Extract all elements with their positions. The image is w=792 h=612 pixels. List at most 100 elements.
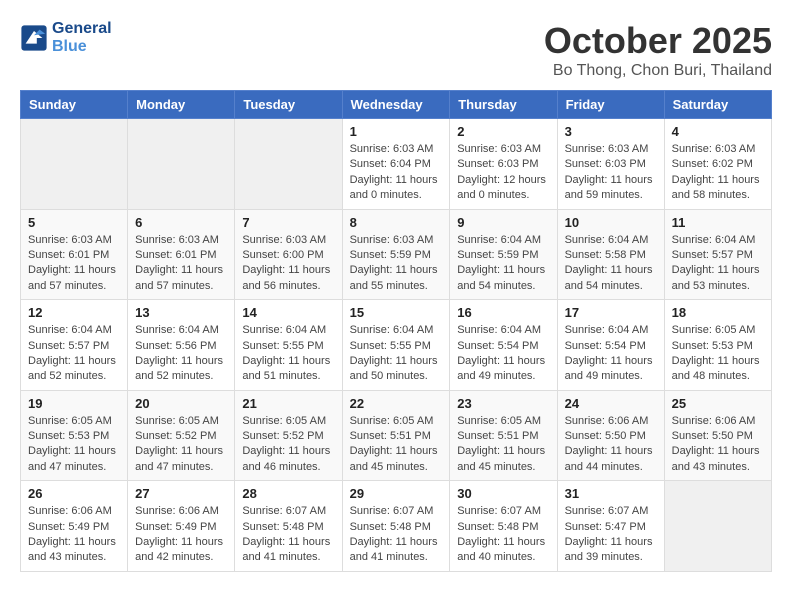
calendar-cell [664,481,771,572]
weekday-header: Tuesday [235,91,342,119]
calendar-cell: 27Sunrise: 6:06 AM Sunset: 5:49 PM Dayli… [128,481,235,572]
day-number: 9 [457,215,549,230]
calendar-cell: 30 Sunrise: 6:07 AM Sunset: 5:48 PM Dayli… [450,481,557,572]
calendar-cell: 23Sunrise: 6:05 AM Sunset: 5:51 PM Dayli… [450,390,557,481]
day-number: 13 [135,305,227,320]
calendar-cell: 14 Sunrise: 6:04 AM Sunset: 5:55 PM Dayli… [235,300,342,391]
calendar-cell: 22Sunrise: 6:05 AM Sunset: 5:51 PM Dayli… [342,390,450,481]
day-info: Sunrise: 6:06 AM Sunset: 5:49 PM Dayligh… [28,504,120,566]
day-info: Sunrise: 6:04 AM Sunset: 5:55 PM Dayligh… [350,323,443,385]
calendar-cell [21,119,128,210]
day-info: Sunrise: 6:04 AM Sunset: 5:55 PM Dayligh… [242,323,334,385]
day-number: 10 [565,215,657,230]
day-number: 30 [457,486,549,501]
calendar-cell: 4Sunrise: 6:03 AM Sunset: 6:02 PM Daylig… [664,119,771,210]
day-info: Sunrise: 6:07 AM Sunset: 5:48 PM Dayligh… [457,504,549,566]
day-info: Sunrise: 6:05 AM Sunset: 5:53 PM Dayligh… [672,323,764,385]
calendar-cell [128,119,235,210]
calendar-week-row: 12 Sunrise: 6:04 AM Sunset: 5:57 PM Dayli… [21,300,772,391]
day-number: 15 [350,305,443,320]
day-info: Sunrise: 6:06 AM Sunset: 5:50 PM Dayligh… [672,414,764,476]
calendar-cell: 8Sunrise: 6:03 AM Sunset: 5:59 PM Daylig… [342,209,450,300]
day-number: 25 [672,396,764,411]
day-info: Sunrise: 6:07 AM Sunset: 5:48 PM Dayligh… [242,504,334,566]
calendar-cell: 11Sunrise: 6:04 AM Sunset: 5:57 PM Dayli… [664,209,771,300]
calendar-cell: 15 Sunrise: 6:04 AM Sunset: 5:55 PM Dayli… [342,300,450,391]
day-info: Sunrise: 6:03 AM Sunset: 6:01 PM Dayligh… [135,233,227,295]
calendar-header-row: SundayMondayTuesdayWednesdayThursdayFrid… [21,91,772,119]
day-info: Sunrise: 6:05 AM Sunset: 5:51 PM Dayligh… [350,414,443,476]
day-info: Sunrise: 6:03 AM Sunset: 6:00 PM Dayligh… [242,233,334,295]
calendar-cell: 19 Sunrise: 6:05 AM Sunset: 5:53 PM Dayli… [21,390,128,481]
calendar-cell: 12 Sunrise: 6:04 AM Sunset: 5:57 PM Dayli… [21,300,128,391]
day-number: 14 [242,305,334,320]
logo-icon [20,24,48,52]
day-number: 16 [457,305,549,320]
calendar-week-row: 1 Sunrise: 6:03 AM Sunset: 6:04 PM Daylig… [21,119,772,210]
calendar-cell: 16 Sunrise: 6:04 AM Sunset: 5:54 PM Dayli… [450,300,557,391]
calendar-cell: 29 Sunrise: 6:07 AM Sunset: 5:48 PM Dayli… [342,481,450,572]
day-info: Sunrise: 6:04 AM Sunset: 5:54 PM Dayligh… [457,323,549,385]
weekday-header: Thursday [450,91,557,119]
day-number: 5 [28,215,120,230]
day-info: Sunrise: 6:04 AM Sunset: 5:57 PM Dayligh… [28,323,120,385]
day-info: Sunrise: 6:04 AM Sunset: 5:54 PM Dayligh… [565,323,657,385]
day-info: Sunrise: 6:05 AM Sunset: 5:51 PM Dayligh… [457,414,549,476]
logo: General Blue [20,20,112,56]
weekday-header: Friday [557,91,664,119]
day-info: Sunrise: 6:05 AM Sunset: 5:52 PM Dayligh… [242,414,334,476]
title-block: October 2025 Bo Thong, Chon Buri, Thaila… [544,20,772,80]
day-number: 28 [242,486,334,501]
day-number: 18 [672,305,764,320]
calendar-cell [235,119,342,210]
day-info: Sunrise: 6:07 AM Sunset: 5:48 PM Dayligh… [350,504,443,566]
calendar-week-row: 26 Sunrise: 6:06 AM Sunset: 5:49 PM Dayli… [21,481,772,572]
day-number: 6 [135,215,227,230]
location: Bo Thong, Chon Buri, Thailand [544,62,772,80]
calendar-week-row: 5 Sunrise: 6:03 AM Sunset: 6:01 PM Daylig… [21,209,772,300]
calendar-cell: 1 Sunrise: 6:03 AM Sunset: 6:04 PM Daylig… [342,119,450,210]
day-info: Sunrise: 6:04 AM Sunset: 5:57 PM Dayligh… [672,233,764,295]
day-info: Sunrise: 6:03 AM Sunset: 5:59 PM Dayligh… [350,233,443,295]
calendar-cell: 10 Sunrise: 6:04 AM Sunset: 5:58 PM Dayli… [557,209,664,300]
day-number: 2 [457,124,549,139]
day-info: Sunrise: 6:03 AM Sunset: 6:03 PM Dayligh… [565,142,657,204]
day-info: Sunrise: 6:04 AM Sunset: 5:58 PM Dayligh… [565,233,657,295]
weekday-header: Saturday [664,91,771,119]
weekday-header: Wednesday [342,91,450,119]
day-number: 29 [350,486,443,501]
day-number: 27 [135,486,227,501]
calendar: SundayMondayTuesdayWednesdayThursdayFrid… [20,90,772,572]
day-number: 19 [28,396,120,411]
calendar-cell: 20Sunrise: 6:05 AM Sunset: 5:52 PM Dayli… [128,390,235,481]
logo-text: General Blue [52,20,112,56]
day-number: 24 [565,396,657,411]
day-number: 26 [28,486,120,501]
day-number: 7 [242,215,334,230]
day-number: 1 [350,124,443,139]
calendar-cell: 17 Sunrise: 6:04 AM Sunset: 5:54 PM Dayli… [557,300,664,391]
day-info: Sunrise: 6:03 AM Sunset: 6:04 PM Dayligh… [350,142,443,204]
calendar-cell: 7 Sunrise: 6:03 AM Sunset: 6:00 PM Daylig… [235,209,342,300]
day-number: 20 [135,396,227,411]
day-number: 12 [28,305,120,320]
calendar-cell: 2Sunrise: 6:03 AM Sunset: 6:03 PM Daylig… [450,119,557,210]
calendar-week-row: 19 Sunrise: 6:05 AM Sunset: 5:53 PM Dayli… [21,390,772,481]
month-title: October 2025 [544,20,772,62]
calendar-cell: 5 Sunrise: 6:03 AM Sunset: 6:01 PM Daylig… [21,209,128,300]
day-info: Sunrise: 6:04 AM Sunset: 5:59 PM Dayligh… [457,233,549,295]
calendar-cell: 3Sunrise: 6:03 AM Sunset: 6:03 PM Daylig… [557,119,664,210]
day-number: 4 [672,124,764,139]
day-number: 17 [565,305,657,320]
day-info: Sunrise: 6:04 AM Sunset: 5:56 PM Dayligh… [135,323,227,385]
day-info: Sunrise: 6:07 AM Sunset: 5:47 PM Dayligh… [565,504,657,566]
day-info: Sunrise: 6:06 AM Sunset: 5:50 PM Dayligh… [565,414,657,476]
calendar-cell: 28 Sunrise: 6:07 AM Sunset: 5:48 PM Dayli… [235,481,342,572]
day-number: 21 [242,396,334,411]
calendar-cell: 24 Sunrise: 6:06 AM Sunset: 5:50 PM Dayli… [557,390,664,481]
day-info: Sunrise: 6:03 AM Sunset: 6:01 PM Dayligh… [28,233,120,295]
weekday-header: Monday [128,91,235,119]
day-info: Sunrise: 6:05 AM Sunset: 5:53 PM Dayligh… [28,414,120,476]
calendar-cell: 25 Sunrise: 6:06 AM Sunset: 5:50 PM Dayli… [664,390,771,481]
day-number: 31 [565,486,657,501]
